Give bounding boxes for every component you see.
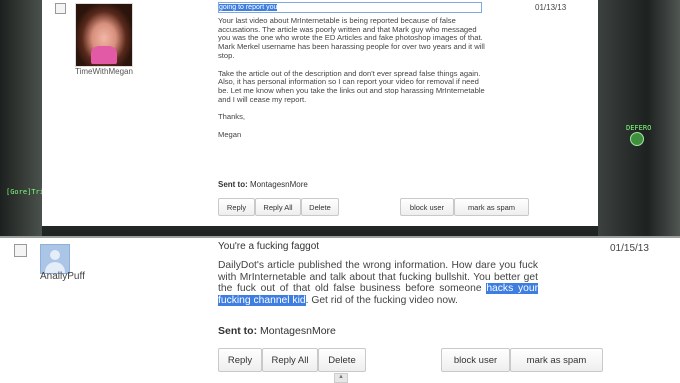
message-body: Your last video about MrInternetable is …: [218, 16, 490, 149]
sent-to-label: Sent to:: [218, 180, 248, 189]
subject-highlight: going to report you: [219, 4, 278, 11]
sent-to: Sent to: MontagesnMore: [218, 180, 308, 189]
reply-all-button[interactable]: Reply All: [262, 348, 318, 372]
sender-username[interactable]: TimeWithMegan: [75, 67, 165, 76]
sent-to-label: Sent to:: [218, 325, 258, 337]
avatar-head: [50, 250, 60, 260]
game-badge-icon: [630, 132, 644, 146]
sent-to-user[interactable]: MontagesnMore: [260, 325, 336, 337]
mark-as-spam-button[interactable]: mark as spam: [454, 198, 529, 216]
reply-all-button[interactable]: Reply All: [255, 198, 301, 216]
mark-as-spam-button[interactable]: mark as spam: [510, 348, 603, 372]
body-signature: Megan: [218, 130, 242, 140]
block-user-button[interactable]: block user: [400, 198, 454, 216]
sent-to-user[interactable]: MontagesnMore: [250, 180, 308, 189]
reply-button[interactable]: Reply: [218, 348, 262, 372]
sender-username[interactable]: AnallyPuff: [40, 271, 85, 282]
message-subject: going to report you: [218, 2, 482, 13]
message-date: 01/15/13: [610, 243, 649, 254]
message-item-bottom: AnallyPuff 01/15/13 You're a fucking fag…: [0, 238, 680, 383]
body-text-end: . Get rid of the fucking video now.: [305, 294, 458, 306]
select-checkbox[interactable]: [55, 3, 66, 14]
avatar[interactable]: [75, 3, 133, 67]
body-signoff: Thanks,: [218, 112, 246, 122]
avatar-detail: [91, 46, 117, 64]
select-checkbox[interactable]: [14, 244, 27, 257]
sent-to: Sent to: MontagesnMore: [218, 325, 336, 337]
message-item-top: TimeWithMegan 01/13/13 going to report y…: [42, 0, 598, 226]
delete-button[interactable]: Delete: [318, 348, 366, 372]
message-body: DailyDot's article published the wrong i…: [218, 260, 538, 306]
body-paragraph: Take the article out of the description …: [218, 68, 485, 104]
chevron-up-icon: ▲: [338, 374, 344, 380]
scroll-handle[interactable]: ▲: [334, 373, 348, 383]
body-paragraph: Your last video about MrInternetable is …: [218, 16, 485, 60]
game-team-tag: DEFERO: [626, 124, 652, 132]
message-date: 01/13/13: [535, 3, 567, 12]
reply-button[interactable]: Reply: [218, 198, 255, 216]
background-stripe-left: [0, 0, 42, 236]
delete-button[interactable]: Delete: [301, 198, 339, 216]
block-user-button[interactable]: block user: [441, 348, 510, 372]
default-avatar-icon[interactable]: [40, 244, 70, 274]
background-stripe-right: [598, 0, 680, 236]
message-subject: You're a fucking faggot: [218, 241, 320, 252]
